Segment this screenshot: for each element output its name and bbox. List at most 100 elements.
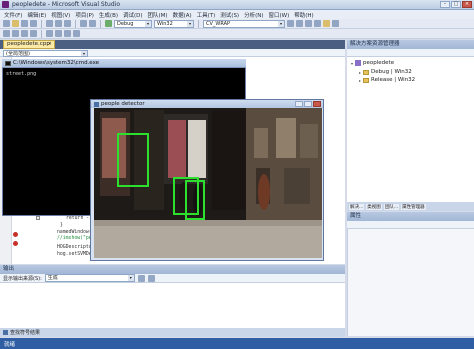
indent-icon[interactable]	[21, 30, 28, 37]
toolbar-separator	[198, 19, 199, 28]
window-controls: – □ ×	[440, 1, 472, 8]
tree-item-project[interactable]: ▾ peopledete	[351, 60, 394, 66]
scope-combo[interactable]: (全局范围) ▾	[3, 50, 88, 57]
menu-tools[interactable]: 工具(T)	[197, 11, 216, 19]
menu-file[interactable]: 文件(F)	[4, 11, 22, 19]
tab-property-manager[interactable]: 属性管理器	[401, 203, 426, 210]
code-line: hog.setSVMDe	[57, 252, 92, 257]
solution-config-value: Debug	[117, 20, 134, 27]
minimize-button[interactable]	[295, 101, 303, 107]
copy-icon[interactable]	[55, 20, 62, 27]
menu-view[interactable]: 视图(V)	[51, 11, 70, 19]
menu-window[interactable]: 窗口(W)	[269, 11, 290, 19]
menu-test[interactable]: 测试(S)	[220, 11, 239, 19]
bottom-tabs: 查找符号结果	[0, 328, 345, 337]
clear-output-icon[interactable]	[137, 274, 145, 282]
output-text-area[interactable]	[0, 283, 345, 328]
tree-item-release[interactable]: ▸ Release | Win32	[359, 77, 415, 83]
close-icon[interactable]: ×	[48, 41, 52, 48]
bookmark-icon[interactable]	[46, 30, 53, 37]
minimize-button[interactable]: –	[440, 1, 450, 8]
find-combo[interactable]: CV_WRAP ▾	[203, 19, 285, 28]
start-page-icon[interactable]	[323, 20, 330, 27]
tree-item-label: Release | Win32	[371, 77, 416, 83]
undo-icon[interactable]	[80, 20, 87, 27]
console-output: street.png	[6, 71, 37, 77]
close-button[interactable]: ×	[462, 1, 472, 8]
comment-icon[interactable]	[3, 30, 10, 37]
cut-icon[interactable]	[46, 20, 53, 27]
output-toolbar: 显示输出来源(S): 生成 ▾	[0, 274, 345, 283]
tab-label: peopledete.cpp	[7, 41, 50, 47]
save-icon[interactable]	[21, 20, 28, 27]
standard-toolbar: Debug ▾ Win32 ▾ CV_WRAP ▾	[0, 19, 474, 29]
uncomment-icon[interactable]	[12, 30, 19, 37]
next-bookmark-icon[interactable]	[64, 30, 71, 37]
output-header: 输出	[0, 265, 345, 274]
tab-peopledete-cpp[interactable]: peopledete.cpp ×	[3, 40, 55, 49]
menu-help[interactable]: 帮助(H)	[294, 11, 313, 19]
properties-panel	[347, 221, 474, 336]
solution-config-combo[interactable]: Debug ▾	[114, 19, 152, 28]
redo-icon[interactable]	[89, 20, 96, 27]
maximize-button[interactable]: □	[451, 1, 461, 8]
open-file-icon[interactable]	[12, 20, 19, 27]
menu-data[interactable]: 数据(A)	[173, 11, 192, 19]
solution-platform-combo[interactable]: Win32 ▾	[154, 19, 194, 28]
maximize-button[interactable]	[304, 101, 312, 107]
collapse-icon[interactable]: ▾	[351, 61, 353, 66]
breakpoint-icon[interactable]	[13, 241, 18, 246]
menu-analyze[interactable]: 分析(N)	[244, 11, 263, 19]
menu-edit[interactable]: 编辑(E)	[27, 11, 46, 19]
outdent-icon[interactable]	[30, 30, 37, 37]
collapse-icon[interactable]: -	[36, 216, 40, 220]
tab-find-symbol-results[interactable]: 查找符号结果	[10, 329, 40, 336]
solution-explorer-header: 解决方案资源管理器	[347, 40, 474, 49]
tab-class-view[interactable]: 类视图	[366, 203, 382, 210]
solution-explorer-icon[interactable]	[296, 20, 303, 27]
menu-team[interactable]: 团队(M)	[148, 11, 168, 19]
paste-icon[interactable]	[64, 20, 71, 27]
menu-project[interactable]: 项目(P)	[75, 11, 94, 19]
folder-icon	[363, 77, 370, 83]
menu-debug[interactable]: 调试(D)	[123, 11, 143, 19]
save-all-icon[interactable]	[30, 20, 37, 27]
find-in-files-icon[interactable]	[287, 20, 294, 27]
window-controls	[295, 101, 321, 107]
tree-item-label: peopledete	[363, 60, 395, 66]
toolbox-icon[interactable]	[314, 20, 321, 27]
prev-bookmark-icon[interactable]	[55, 30, 62, 37]
text-editor-toolbar	[0, 29, 474, 39]
solution-platform-value: Win32	[157, 20, 173, 27]
window-icon	[94, 101, 99, 107]
chevron-down-icon: ▾	[278, 20, 284, 27]
tab-team[interactable]: 团队...	[383, 203, 400, 210]
find-combo-value: CV_WRAP	[206, 20, 231, 27]
title-bar: peopledete - Microsoft Visual Studio – □…	[0, 0, 474, 10]
tree-item-debug[interactable]: ▸ Debug | Win32	[359, 69, 412, 75]
code-line: }	[60, 223, 63, 228]
breakpoint-icon[interactable]	[13, 232, 18, 237]
tab-solution[interactable]: 解决...	[349, 203, 365, 210]
close-button[interactable]	[313, 101, 321, 107]
project-icon	[355, 60, 362, 66]
visual-studio-icon	[2, 1, 9, 8]
output-source-combo[interactable]: 生成 ▾	[44, 274, 135, 282]
code-line: namedWindow("	[57, 230, 95, 235]
extension-manager-icon[interactable]	[332, 20, 339, 27]
expand-icon[interactable]: ▸	[359, 78, 361, 83]
console-title-bar[interactable]: C:\Windows\system32\cmd.exe	[2, 59, 246, 68]
menu-build[interactable]: 生成(B)	[99, 11, 118, 19]
new-project-icon[interactable]	[3, 20, 10, 27]
clear-bookmarks-icon[interactable]	[73, 30, 80, 37]
properties-icon[interactable]	[305, 20, 312, 27]
word-wrap-icon[interactable]	[147, 274, 155, 282]
toolbar-separator	[100, 19, 101, 28]
console-icon	[5, 60, 11, 66]
detection-image	[94, 108, 322, 258]
code-comment-line: //imshow("peo	[57, 236, 95, 241]
people-detector-title-bar[interactable]: people detector	[91, 100, 323, 108]
toolbar-separator	[41, 29, 42, 38]
expand-icon[interactable]: ▸	[359, 70, 361, 75]
start-debugging-icon[interactable]	[105, 20, 112, 27]
